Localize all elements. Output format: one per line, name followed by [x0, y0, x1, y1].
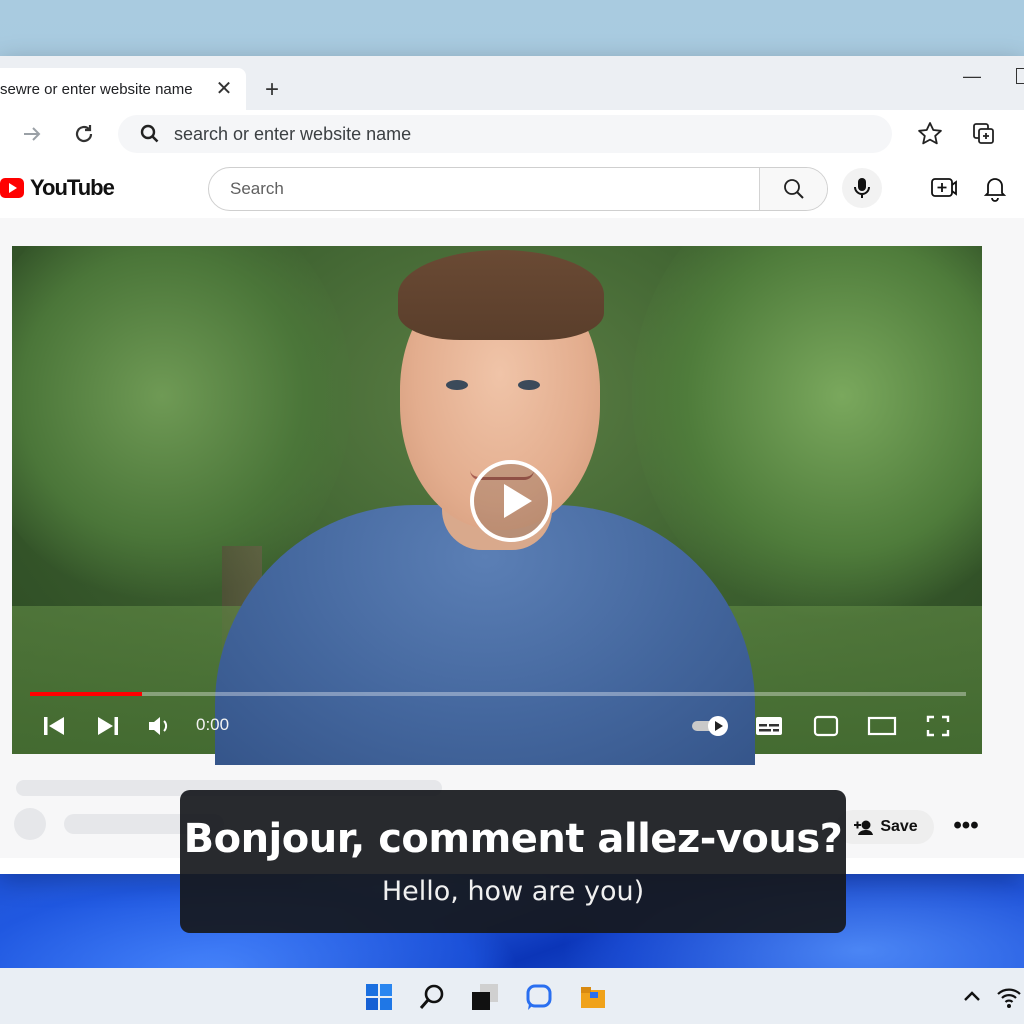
youtube-search-box[interactable]: Search — [208, 167, 828, 211]
video-frame-eye — [446, 380, 468, 390]
reload-icon — [75, 125, 93, 143]
new-tab-button[interactable]: + — [258, 76, 286, 104]
file-explorer-icon[interactable] — [578, 982, 608, 1012]
autoplay-toggle-icon — [692, 716, 728, 736]
voice-search-button[interactable] — [842, 168, 882, 208]
create-video-icon[interactable] — [930, 176, 958, 200]
youtube-logo[interactable]: YouTube — [0, 175, 115, 200]
search-icon[interactable] — [418, 982, 448, 1012]
youtube-header: YouTube Search — [0, 158, 1024, 218]
tab-close-button[interactable]: ✕ — [212, 76, 236, 100]
windows-start-icon[interactable] — [364, 982, 394, 1012]
more-actions-button[interactable]: ••• — [952, 812, 980, 840]
subtitles-icon — [756, 717, 782, 735]
youtube-logo-text: YouTube — [30, 175, 115, 200]
search-icon — [140, 124, 159, 143]
task-view-icon[interactable] — [470, 982, 500, 1012]
volume-button[interactable] — [146, 712, 174, 740]
play-button-overlay[interactable] — [470, 460, 552, 542]
save-playlist-icon — [854, 820, 874, 835]
video-progress-bar[interactable] — [30, 692, 966, 696]
maximize-button[interactable] — [1016, 68, 1024, 84]
notifications-bell-icon[interactable] — [982, 174, 1008, 202]
fullscreen-icon — [926, 715, 950, 737]
subtitle-translation-text: Hello, how are you) — [381, 876, 645, 907]
video-progress-fill — [30, 692, 143, 696]
subtitle-overlay: Bonjour, comment allez-vous? Hello, how … — [180, 790, 846, 933]
chat-icon[interactable] — [524, 982, 554, 1012]
forward-button[interactable] — [18, 120, 46, 148]
subtitles-button[interactable] — [754, 712, 784, 740]
miniplayer-icon — [813, 715, 839, 737]
skip-next-icon — [98, 717, 118, 735]
video-frame-person-hair — [398, 250, 604, 340]
wifi-icon[interactable] — [996, 982, 1022, 1012]
search-icon — [783, 179, 804, 199]
collections-icon[interactable] — [970, 120, 998, 148]
youtube-search-input[interactable]: Search — [209, 168, 759, 210]
skip-previous-icon — [44, 717, 64, 735]
miniplayer-button[interactable] — [812, 712, 840, 740]
youtube-play-badge-icon — [0, 178, 24, 198]
tab-bar: sewre or enter website name ✕ + — — [0, 56, 1024, 110]
autoplay-toggle[interactable] — [690, 712, 730, 740]
address-field[interactable]: search or enter website name — [118, 115, 892, 153]
favorites-star-icon[interactable] — [916, 120, 944, 148]
volume-icon — [149, 717, 168, 735]
current-time: 0:00 — [196, 715, 230, 734]
chevron-up-icon[interactable] — [960, 982, 984, 1012]
theater-mode-icon — [867, 716, 897, 736]
address-text: search or enter website name — [174, 123, 412, 144]
previous-button[interactable] — [40, 712, 68, 740]
address-bar-row: search or enter website name — [0, 110, 1024, 158]
next-button[interactable] — [94, 712, 122, 740]
fullscreen-button[interactable] — [924, 712, 952, 740]
video-frame-eye — [518, 380, 540, 390]
save-button[interactable]: Save — [836, 810, 934, 844]
channel-avatar-placeholder — [14, 808, 46, 840]
save-label: Save — [880, 818, 918, 835]
subtitle-main-text: Bonjour, comment allez-vous? — [183, 816, 843, 862]
minimize-button[interactable]: — — [960, 64, 984, 88]
tab-title: sewre or enter website name — [0, 80, 193, 98]
arrow-right-icon — [24, 127, 41, 141]
taskbar — [0, 968, 1024, 1024]
theater-mode-button[interactable] — [866, 712, 898, 740]
youtube-search-button[interactable] — [759, 168, 827, 210]
browser-tab[interactable]: sewre or enter website name ✕ — [0, 68, 246, 110]
reload-button[interactable] — [70, 120, 98, 148]
microphone-icon — [854, 178, 870, 198]
